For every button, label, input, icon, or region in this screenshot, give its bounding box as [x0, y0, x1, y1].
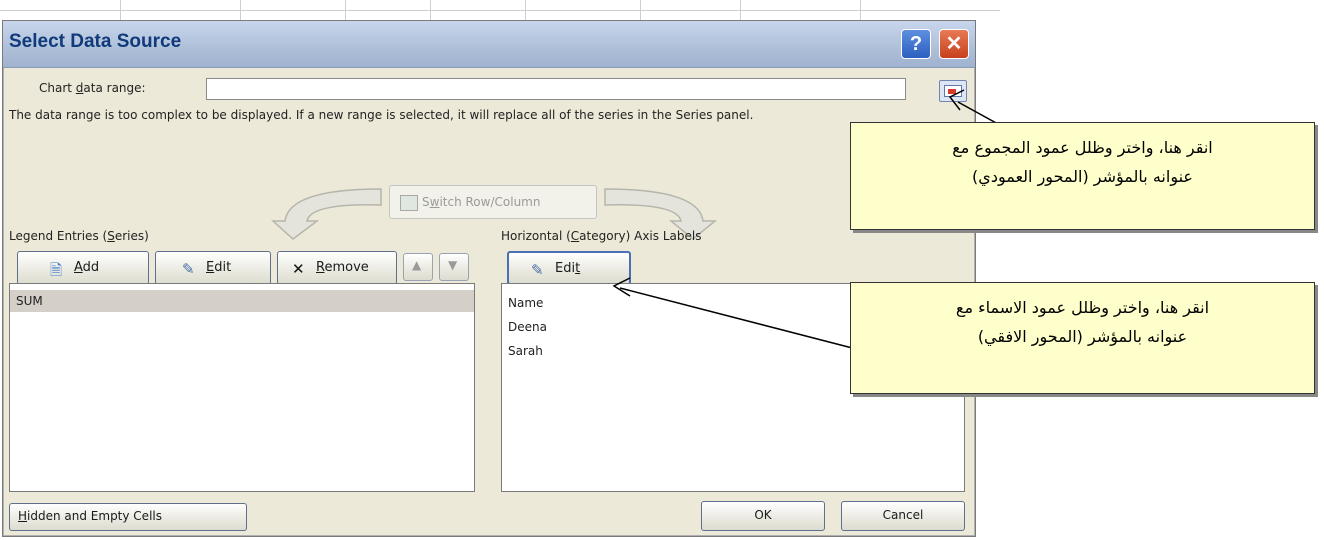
callout-line: عنوانه بالمؤشر (المحور العمودي)	[972, 167, 1193, 186]
chart-data-range-input[interactable]	[206, 78, 906, 100]
edit-axis-icon: ✎	[531, 261, 544, 279]
callout-line: عنوانه بالمؤشر (المحور الافقي)	[977, 327, 1188, 346]
switch-row-column-icon	[400, 195, 418, 211]
legend-entries-heading: Legend Entries (Series)	[9, 229, 149, 243]
edit-series-button[interactable]: ✎ Edit	[155, 251, 271, 285]
remove-series-button[interactable]: ✕ Remove	[277, 251, 397, 285]
dialog-title: Select Data Source	[9, 31, 182, 52]
collapse-range-button[interactable]	[939, 80, 967, 102]
range-info-text: The data range is too complex to be disp…	[9, 108, 754, 122]
add-series-icon: 🗎	[50, 261, 63, 279]
chart-data-range-label: Chart data range:	[39, 81, 146, 95]
triangle-down-icon: ▼	[448, 258, 458, 272]
ok-button[interactable]: OK	[701, 501, 825, 531]
axis-labels-heading: Horizontal (Category) Axis Labels	[501, 229, 702, 243]
select-data-source-dialog: Select Data Source ? ✕ Chart data range:…	[2, 20, 976, 537]
move-down-button[interactable]: ▼	[439, 253, 469, 281]
spreadsheet-background	[0, 0, 1000, 22]
callout-line: انقر هنا، واختر وظلل عمود الاسماء مع	[955, 298, 1210, 317]
help-button[interactable]: ?	[901, 29, 931, 59]
list-item[interactable]: SUM	[10, 290, 474, 312]
callout-line: انقر هنا، واختر وظلل عمود المجموع مع	[952, 138, 1213, 157]
edit-axis-labels-button[interactable]: ✎ Edit	[507, 251, 631, 285]
hidden-empty-cells-button[interactable]: Hidden and Empty Cells	[9, 503, 247, 531]
remove-icon: ✕	[292, 260, 305, 278]
legend-series-list[interactable]: SUM	[9, 283, 475, 492]
close-button[interactable]: ✕	[939, 29, 969, 59]
callout-vertical-axis: انقر هنا، واختر وظلل عمود المجموع مع عنو…	[850, 122, 1315, 230]
edit-series-icon: ✎	[182, 260, 195, 278]
triangle-up-icon: ▲	[412, 258, 422, 272]
switch-row-column-button[interactable]: Switch Row/Column	[389, 185, 597, 219]
title-bar: Select Data Source ? ✕	[3, 21, 975, 68]
callout-horizontal-axis: انقر هنا، واختر وظلل عمود الاسماء مع عنو…	[850, 282, 1315, 394]
cancel-button[interactable]: Cancel	[841, 501, 965, 531]
add-series-button[interactable]: 🗎 Add	[17, 251, 149, 285]
move-up-button[interactable]: ▲	[403, 253, 433, 281]
curved-arrow-left-icon	[271, 188, 382, 240]
